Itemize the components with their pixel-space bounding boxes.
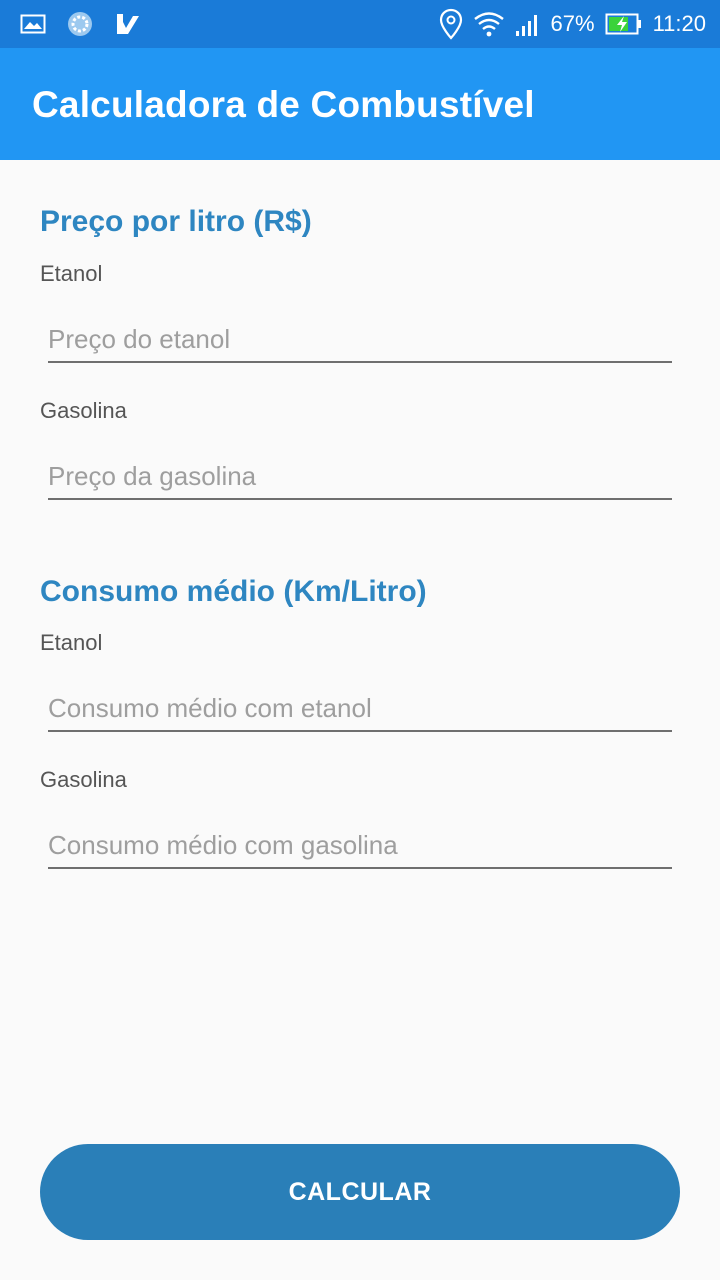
gasoline-consumption-label: Gasolina (40, 767, 127, 792)
app-title: Calculadora de Combustível (32, 84, 535, 125)
gasoline-price-placeholder: Preço da gasolina (48, 461, 257, 491)
consumption-section-title: Consumo médio (Km/Litro) (40, 575, 427, 608)
ethanol-price-input[interactable]: Preço do etanol (48, 307, 672, 363)
gasoline-consumption-placeholder: Consumo médio com gasolina (48, 830, 398, 860)
ethanol-consumption-input[interactable]: Consumo médio com etanol (48, 676, 672, 732)
location-icon (439, 8, 463, 40)
status-bar: 67% 11:20 (0, 0, 720, 48)
wifi-icon (473, 10, 505, 38)
battery-charging-icon (605, 12, 643, 36)
ethanol-consumption-label: Etanol (40, 630, 103, 655)
signal-icon (515, 11, 541, 37)
calculate-button[interactable]: CALCULAR (40, 1144, 680, 1240)
sync-icon (66, 10, 94, 38)
battery-percent: 67% (550, 11, 595, 36)
check-app-icon (114, 10, 142, 38)
system-icons: 67% 11:20 (439, 0, 706, 48)
price-section-title: Preço por litro (R$) (40, 205, 312, 238)
image-icon (20, 13, 46, 35)
ethanol-consumption-placeholder: Consumo médio com etanol (48, 693, 372, 723)
gasoline-consumption-input[interactable]: Consumo médio com gasolina (48, 813, 672, 869)
app-bar: Calculadora de Combustível (0, 48, 720, 160)
calculate-button-label: CALCULAR (288, 1177, 432, 1206)
ethanol-price-placeholder: Preço do etanol (48, 324, 231, 354)
ethanol-price-label: Etanol (40, 261, 103, 286)
clock: 11:20 (652, 11, 706, 36)
gasoline-price-label: Gasolina (40, 398, 127, 423)
gasoline-price-input[interactable]: Preço da gasolina (48, 444, 672, 500)
notification-icons (20, 0, 142, 48)
